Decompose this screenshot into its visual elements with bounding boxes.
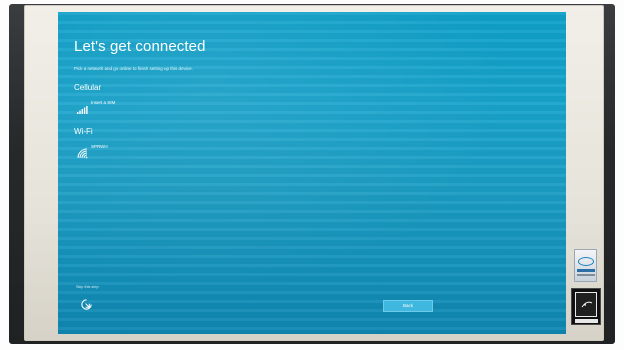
setup-screen <box>58 12 566 334</box>
wifi-heading: Wi-Fi <box>74 127 93 136</box>
network-label-cellular: Insert a SIM <box>91 100 116 105</box>
back-button[interactable]: Back <box>383 300 433 312</box>
page-subtitle: Pick a network and go online to finish s… <box>74 66 193 71</box>
skip-step-link[interactable]: Skip this step <box>76 285 99 289</box>
cellular-heading: Cellular <box>74 83 102 92</box>
cellular-signal-icon <box>77 106 88 114</box>
wifi-signal-icon <box>77 148 88 159</box>
network-label-wifi: SPRWH <box>91 144 108 149</box>
network-item-wifi[interactable]: SPRWH <box>76 144 196 164</box>
intel-ring <box>578 257 594 266</box>
intel-band-secondary <box>577 274 595 276</box>
page-title: Let's get connected <box>74 38 206 55</box>
star-icon <box>581 301 593 308</box>
intel-badge-icon <box>574 249 597 282</box>
ease-of-access-icon[interactable] <box>80 298 93 311</box>
device-photo: Let's get connected Pick a network and g… <box>0 0 624 350</box>
network-item-cellular[interactable]: Insert a SIM <box>76 100 196 120</box>
energy-star-panel <box>575 292 597 317</box>
energy-star-icon <box>571 288 601 325</box>
intel-band <box>577 269 595 272</box>
energy-star-bar <box>575 319 598 323</box>
